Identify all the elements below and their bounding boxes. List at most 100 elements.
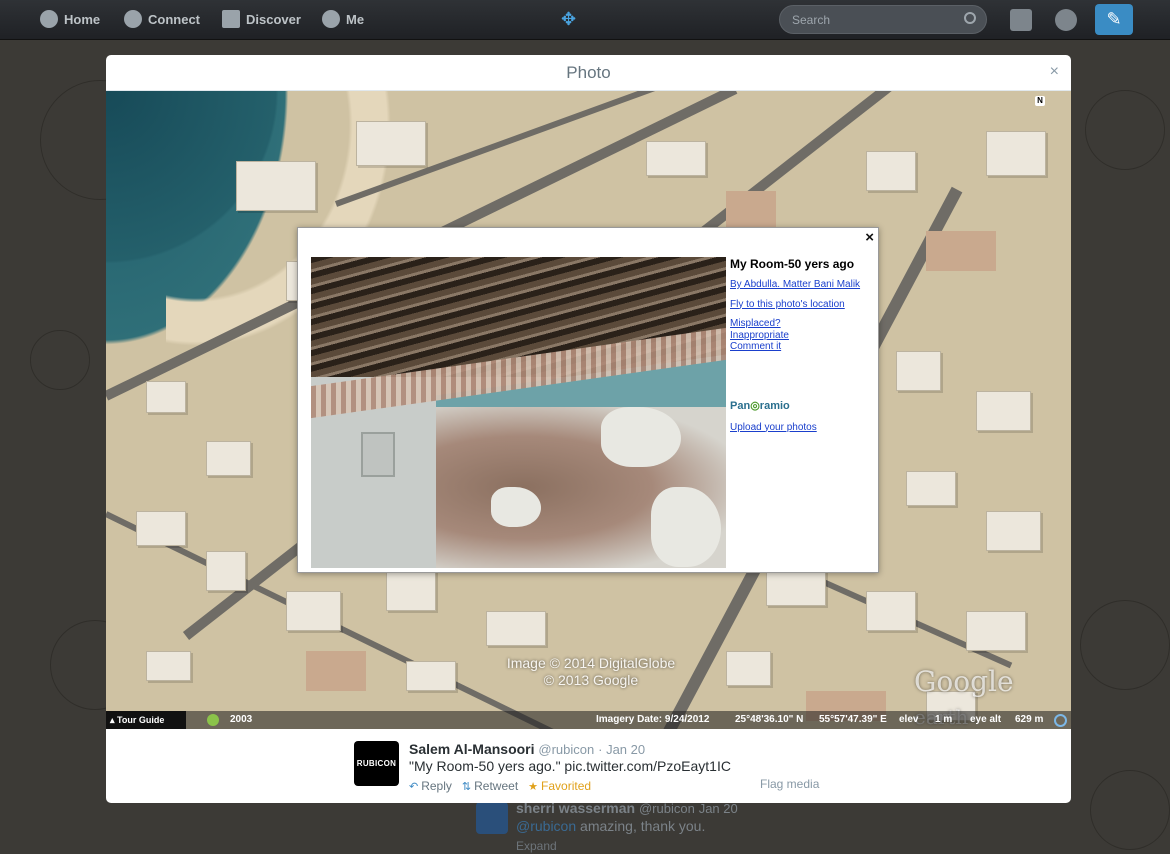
close-icon[interactable]: × — [1050, 63, 1059, 81]
twitter-bird-icon[interactable]: ✥ — [561, 10, 583, 28]
building — [986, 511, 1041, 551]
building — [986, 131, 1046, 176]
modal-title: Photo — [566, 63, 611, 82]
longitude: 55°57'47.39" E — [819, 714, 887, 725]
eye-alt-value: 629 m — [1015, 714, 1044, 725]
photo-title: My Room-50 yers ago — [730, 257, 855, 271]
top-navigation-bar: Home Connect Discover Me ✥ Search ✎ — [0, 0, 1170, 40]
nav-discover-label: Discover — [246, 11, 301, 27]
building — [206, 551, 246, 591]
building — [406, 661, 456, 691]
comment-link[interactable]: Comment it — [730, 341, 875, 353]
building — [866, 591, 916, 631]
photo-doorway — [361, 432, 395, 477]
avatar — [476, 802, 508, 834]
gear-icon[interactable] — [1055, 9, 1077, 31]
tour-guide-arrow-icon: ▴ — [110, 715, 118, 725]
sand-lot — [926, 231, 996, 271]
building — [136, 511, 186, 546]
star-icon: ★ — [528, 780, 539, 793]
avatar[interactable]: RUBICON — [354, 741, 399, 786]
attribution-line-1: Image © 2014 DigitalGlobe — [506, 655, 676, 671]
nav-home[interactable]: Home — [40, 10, 100, 28]
messages-icon[interactable] — [1010, 9, 1032, 31]
retweet-label: Retweet — [474, 779, 519, 793]
nav-discover[interactable]: Discover — [222, 10, 301, 28]
building — [646, 141, 706, 176]
panoramio-logo-b: ramio — [759, 399, 790, 412]
inappropriate-link[interactable]: Inappropriate — [730, 330, 875, 342]
building — [906, 471, 956, 506]
search-icon — [964, 12, 976, 24]
search-placeholder: Search — [792, 13, 831, 27]
nav-home-label: Home — [64, 11, 101, 27]
logo-main: Google — [914, 665, 1014, 698]
flag-media-link[interactable]: Flag media — [760, 777, 819, 791]
background-tweet-date: Jan 20 — [698, 801, 738, 816]
earth-status-bar: 2003 Imagery Date: 9/24/2012 25°48'36.10… — [106, 711, 1071, 729]
favorite-label: Favorited — [541, 779, 592, 793]
attribution-line-2: © 2013 Google — [543, 672, 639, 688]
fly-to-location-link[interactable]: Fly to this photo's location — [730, 299, 875, 311]
reply-button[interactable]: ↶ Reply — [409, 779, 452, 793]
building — [286, 591, 341, 631]
sand-lot — [306, 651, 366, 691]
tweet-timestamp[interactable]: · Jan 20 — [598, 742, 645, 757]
tweet-author-handle[interactable]: @rubicon — [538, 742, 594, 757]
building — [386, 571, 436, 611]
building — [966, 611, 1026, 651]
building — [976, 391, 1031, 431]
misplaced-link[interactable]: Misplaced? — [730, 318, 875, 330]
photo-peeling-paint — [651, 487, 721, 567]
tour-guide-button[interactable]: ▴ Tour Guide — [106, 711, 186, 729]
panoramio-logo[interactable]: Pan◎ramio — [730, 399, 875, 413]
tweet-author-name[interactable]: Salem Al-Mansoori — [409, 741, 535, 757]
reply-label: Reply — [421, 779, 452, 793]
retweet-icon: ⇅ — [461, 780, 472, 793]
search-input[interactable]: Search — [779, 5, 987, 34]
tweet: RUBICON Salem Al-Mansoori @rubicon · Jan… — [354, 741, 954, 793]
photo-peeling-paint — [491, 487, 541, 527]
photo-peeling-paint — [601, 407, 681, 467]
room-photo[interactable] — [311, 257, 726, 568]
upload-photos-link[interactable]: Upload your photos — [730, 422, 875, 434]
author-link[interactable]: By Abdulla. Matter Bani Malik — [730, 279, 875, 291]
elevation-label: elev — [899, 714, 919, 725]
panoramio-balloon: × My Room-50 yers ago By Abdulla. Matter… — [297, 227, 879, 573]
balloon-close-icon[interactable]: × — [865, 229, 874, 246]
imagery-year: 2003 — [230, 714, 253, 725]
modal-header: Photo × — [106, 55, 1071, 91]
building — [146, 381, 186, 413]
imagery-date: Imagery Date: 9/24/2012 — [596, 714, 710, 725]
building — [356, 121, 426, 166]
nav-me[interactable]: Me — [322, 10, 364, 28]
building — [726, 651, 771, 686]
background-tweet-handle: @rubicon — [638, 801, 695, 816]
building — [206, 441, 251, 476]
retweet-button[interactable]: ⇅ Retweet — [462, 779, 518, 793]
reply-icon: ↶ — [409, 780, 419, 793]
building — [146, 651, 191, 681]
latitude: 25°48'36.10" N — [735, 714, 804, 725]
tour-guide-label: Tour Guide — [117, 715, 165, 725]
nav-me-label: Me — [346, 11, 365, 27]
photo-modal: Photo × N Image © 2014 DigitalGlobe © 20… — [106, 55, 1071, 803]
building — [236, 161, 316, 211]
nav-connect-label: Connect — [148, 11, 200, 27]
historical-imagery-icon[interactable] — [207, 714, 219, 726]
background-tweet-text: @rubicon amazing, thank you. — [516, 818, 705, 834]
nav-connect[interactable]: Connect — [124, 10, 200, 28]
background-tweet-body: amazing, thank you. — [580, 818, 706, 834]
sand-lot — [726, 191, 776, 231]
globe-icon — [1054, 714, 1067, 727]
compose-icon[interactable]: ✎ — [1095, 4, 1133, 35]
tweet-actions: ↶ Reply ⇅ Retweet ★ Favorited — [409, 779, 591, 793]
north-indicator-icon[interactable]: N — [1035, 96, 1045, 106]
home-icon — [40, 10, 58, 28]
person-icon — [322, 10, 340, 28]
at-icon — [124, 10, 142, 28]
favorite-button[interactable]: ★ Favorited — [528, 779, 591, 793]
background-tweet-mention: @rubicon — [516, 818, 577, 834]
